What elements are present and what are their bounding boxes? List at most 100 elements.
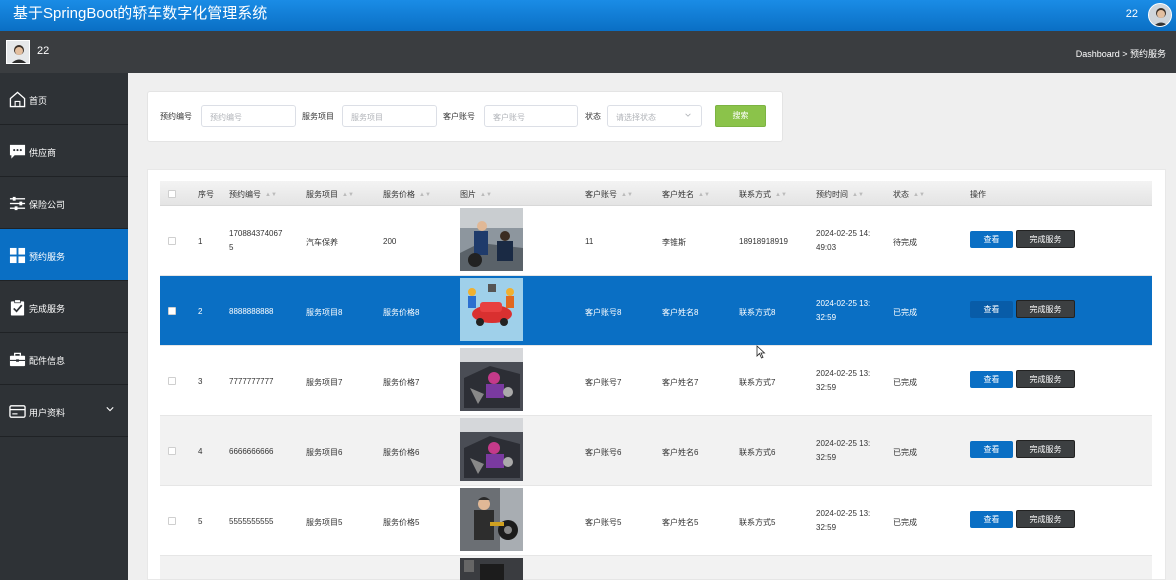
- cell-service-item: 服务项目8: [306, 308, 343, 317]
- cell-service-item: 服务项目6: [306, 448, 343, 457]
- table-row[interactable]: [160, 556, 1152, 580]
- sidebar-item-user-profile[interactable]: 用户资料: [0, 385, 128, 437]
- user-avatar[interactable]: [6, 40, 30, 64]
- sidebar-item-supplier[interactable]: 供应商: [0, 125, 128, 177]
- header-label: 服务项目: [306, 190, 338, 199]
- header-contact[interactable]: 联系方式 ▲▼: [739, 189, 787, 200]
- service-image[interactable]: [460, 558, 523, 580]
- view-button[interactable]: 查看: [970, 231, 1013, 248]
- header-image[interactable]: 图片 ▲▼: [460, 189, 492, 200]
- cell-booking-no: 8888888888: [229, 307, 274, 316]
- sidebar-item-home[interactable]: 首页: [0, 73, 128, 125]
- table-row[interactable]: 1 170884374067 5 汽车保养 200 11 李锥斯 18918918…: [160, 206, 1152, 276]
- service-image[interactable]: [460, 418, 523, 481]
- mouse-cursor-icon: [756, 345, 766, 359]
- status-select-placeholder: 请选择状态: [616, 113, 656, 122]
- cell-service-item: 汽车保养: [306, 238, 338, 247]
- time-line: 2024-02-25 13:: [816, 509, 871, 518]
- sort-icon: ▲▼: [698, 192, 710, 198]
- complete-service-button[interactable]: 完成服务: [1016, 230, 1075, 248]
- sidebar-item-label: 配件信息: [29, 356, 66, 366]
- cell-customer-account: 客户账号6: [585, 448, 622, 457]
- booking-no-input[interactable]: 预约编号: [201, 105, 296, 127]
- top-header: 基于SpringBoot的轿车数字化管理系统 22: [0, 0, 1176, 31]
- table-row[interactable]: 5 5555555555 服务项目5 服务价格5 客户账号5 客户姓名5 联系方…: [160, 486, 1152, 556]
- cell-customer-name: 客户姓名8: [662, 308, 699, 317]
- cell-service-price: 200: [383, 237, 397, 246]
- service-image[interactable]: [460, 488, 523, 551]
- row-checkbox[interactable]: [168, 447, 176, 455]
- sidebar-item-label: 供应商: [29, 148, 57, 158]
- select-all-checkbox[interactable]: [168, 190, 176, 198]
- table-header: 序号 预约编号 ▲▼ 服务项目 ▲▼ 服务价格 ▲▼ 图片 ▲▼ 客户账号 ▲▼ 客户姓名…: [160, 181, 1152, 206]
- time-line: 49:03: [816, 243, 837, 252]
- cell-contact: 18918918919: [739, 237, 788, 246]
- header-label: 状态: [893, 190, 909, 199]
- time-line: 2024-02-25 14:: [816, 229, 871, 238]
- grid-icon: [9, 247, 26, 264]
- cell-customer-account: 客户账号8: [585, 308, 622, 317]
- cell-status: 已完成: [893, 308, 917, 317]
- sort-icon: ▲▼: [775, 192, 787, 198]
- cell-customer-account: 客户账号7: [585, 378, 622, 387]
- status-label: 状态: [585, 112, 601, 121]
- header-avatar[interactable]: [1148, 3, 1172, 27]
- view-button[interactable]: 查看: [970, 441, 1013, 458]
- cell-customer-name: 李锥斯: [662, 238, 686, 247]
- status-select[interactable]: 请选择状态: [607, 105, 702, 127]
- table-row[interactable]: 4 6666666666 服务项目6 服务价格6 客户账号6 客户姓名6 联系方…: [160, 416, 1152, 486]
- chat-icon: [9, 144, 26, 159]
- sidebar-item-parts[interactable]: 配件信息: [0, 333, 128, 385]
- customer-account-input[interactable]: 客户账号: [484, 105, 578, 127]
- cell-index: 2: [198, 307, 203, 316]
- booking-no-line: 170884374067: [229, 229, 283, 238]
- complete-service-button[interactable]: 完成服务: [1016, 370, 1075, 388]
- time-line: 2024-02-25 13:: [816, 299, 871, 308]
- sidebar-item-completed[interactable]: 完成服务: [0, 281, 128, 333]
- header-customer-name[interactable]: 客户姓名 ▲▼: [662, 189, 710, 200]
- table-row[interactable]: 3 7777777777 服务项目7 服务价格7 客户账号7 客户姓名7 联系方…: [160, 346, 1152, 416]
- service-image[interactable]: [460, 278, 523, 341]
- header-booking-time[interactable]: 预约时间 ▲▼: [816, 189, 864, 200]
- header-label: 服务价格: [383, 190, 415, 199]
- sidebar-item-appointments[interactable]: 预约服务: [0, 229, 128, 281]
- chevron-down-icon: [106, 407, 114, 412]
- sidebar-item-insurance[interactable]: 保险公司: [0, 177, 128, 229]
- header-username[interactable]: 22: [1126, 8, 1138, 20]
- time-line: 2024-02-25 13:: [816, 439, 871, 448]
- search-button[interactable]: 搜索: [715, 105, 766, 127]
- header-booking-no[interactable]: 预约编号 ▲▼: [229, 189, 277, 200]
- view-button[interactable]: 查看: [970, 511, 1013, 528]
- cell-service-price: 服务价格6: [383, 448, 420, 457]
- service-image[interactable]: [460, 208, 523, 271]
- complete-service-button[interactable]: 完成服务: [1016, 300, 1075, 318]
- header-service-price[interactable]: 服务价格 ▲▼: [383, 189, 431, 200]
- complete-service-button[interactable]: 完成服务: [1016, 510, 1075, 528]
- view-button[interactable]: 查看: [970, 301, 1013, 318]
- table-row[interactable]: 2 8888888888 服务项目8 服务价格8 客户账号8 客户姓名8 联系方…: [160, 276, 1152, 346]
- row-checkbox[interactable]: [168, 307, 176, 315]
- cell-booking-no: 6666666666: [229, 447, 274, 456]
- header-label: 预约时间: [816, 190, 848, 199]
- header-actions: 操作: [970, 190, 986, 199]
- cell-service-price: 服务价格8: [383, 308, 420, 317]
- sub-header: 22 Dashboard > 预约服务: [0, 31, 1176, 73]
- search-panel: 预约编号 预约编号 服务项目 服务项目 客户账号 客户账号 状态 请选择状态 搜…: [147, 91, 783, 142]
- cell-contact: 联系方式8: [739, 308, 776, 317]
- cell-booking-time: 2024-02-25 13: 32:59: [816, 507, 870, 535]
- cell-customer-account: 11: [585, 237, 594, 246]
- row-checkbox[interactable]: [168, 377, 176, 385]
- header-service-item[interactable]: 服务项目 ▲▼: [306, 189, 354, 200]
- row-checkbox[interactable]: [168, 517, 176, 525]
- app-title: 基于SpringBoot的轿车数字化管理系统: [13, 5, 268, 22]
- sort-icon: ▲▼: [265, 192, 277, 198]
- sort-icon: ▲▼: [913, 192, 925, 198]
- service-image[interactable]: [460, 348, 523, 411]
- header-customer-account[interactable]: 客户账号 ▲▼: [585, 189, 633, 200]
- complete-service-button[interactable]: 完成服务: [1016, 440, 1075, 458]
- service-item-input[interactable]: 服务项目: [342, 105, 437, 127]
- view-button[interactable]: 查看: [970, 371, 1013, 388]
- cell-service-price: 服务价格5: [383, 518, 420, 527]
- header-status[interactable]: 状态 ▲▼: [893, 189, 925, 200]
- row-checkbox[interactable]: [168, 237, 176, 245]
